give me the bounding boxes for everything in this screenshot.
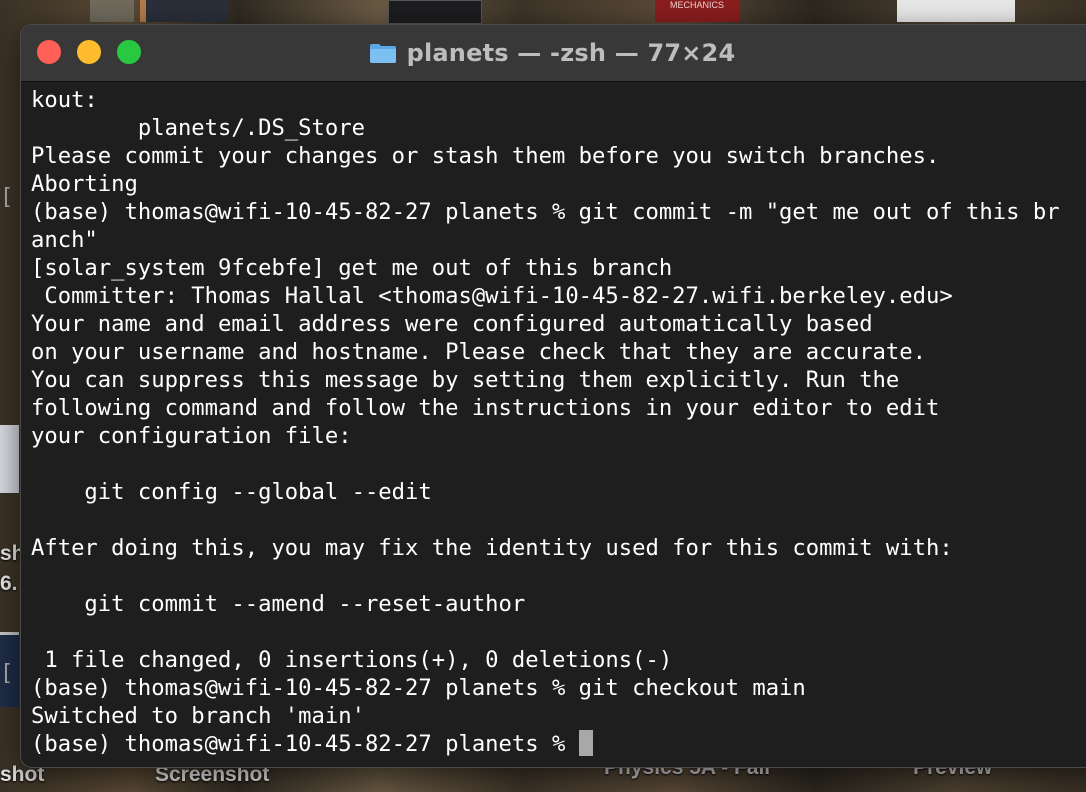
terminal-line: git config --global --edit: [31, 479, 432, 505]
terminal-line: Please commit your changes or stash them…: [31, 143, 940, 169]
terminal-line: [solar_system 9fcebfe] get me out of thi…: [31, 255, 673, 281]
desktop-thumbnail[interactable]: [897, 0, 1015, 22]
desktop-thumbnail[interactable]: [0, 425, 19, 493]
terminal-line: git commit --amend --reset-author: [31, 591, 526, 617]
terminal-line: Switched to branch 'main': [31, 703, 365, 729]
terminal-line: your configuration file:: [31, 423, 352, 449]
terminal-line: planets/.DS_Store: [31, 115, 365, 141]
window-title-wrap: planets — -zsh — 77×24: [21, 25, 1086, 81]
desktop-thumbnail[interactable]: [388, 0, 482, 24]
desktop-thumbnail-mechanics[interactable]: MECHANICS: [655, 0, 739, 22]
prompt-mark-icon: [: [0, 185, 14, 210]
terminal-line: kout:: [31, 87, 98, 113]
desktop-thumbnail[interactable]: [90, 0, 134, 22]
terminal-line: Aborting: [31, 171, 138, 197]
terminal-output-area[interactable]: kout: planets/.DS_Store Please commit you…: [21, 82, 1086, 767]
terminal-line: 1 file changed, 0 insertions(+), 0 delet…: [31, 647, 673, 673]
terminal-line: (base) thomas@wifi-10-45-82-27 planets %: [31, 730, 1086, 758]
terminal-text[interactable]: kout: planets/.DS_Store Please commit you…: [21, 82, 1086, 758]
prompt-mark-icon: [: [0, 661, 14, 686]
folder-icon: [369, 44, 396, 63]
text-cursor: [578, 730, 593, 756]
terminal-line: You can suppress this message by setting…: [31, 367, 900, 393]
terminal-line: Your name and email address were configu…: [31, 311, 873, 337]
terminal-line: (base) thomas@wifi-10-45-82-27 planets %…: [31, 675, 806, 701]
desktop-file-label[interactable]: 6.: [0, 572, 18, 596]
window-titlebar[interactable]: planets — -zsh — 77×24: [21, 25, 1086, 82]
terminal-window[interactable]: planets — -zsh — 77×24 kout: planets/.DS…: [20, 24, 1086, 768]
desktop-thumbnail[interactable]: [140, 0, 228, 22]
window-title: planets — -zsh — 77×24: [406, 39, 736, 67]
terminal-line: on your username and hostname. Please ch…: [31, 339, 926, 365]
terminal-line: After doing this, you may fix the identi…: [31, 535, 953, 561]
terminal-line: (base) thomas@wifi-10-45-82-27 planets %…: [31, 199, 1060, 225]
terminal-line: following command and follow the instruc…: [31, 395, 940, 421]
terminal-line: Committer: Thomas Hallal <thomas@wifi-10…: [31, 283, 953, 309]
terminal-line: anch": [31, 227, 98, 253]
